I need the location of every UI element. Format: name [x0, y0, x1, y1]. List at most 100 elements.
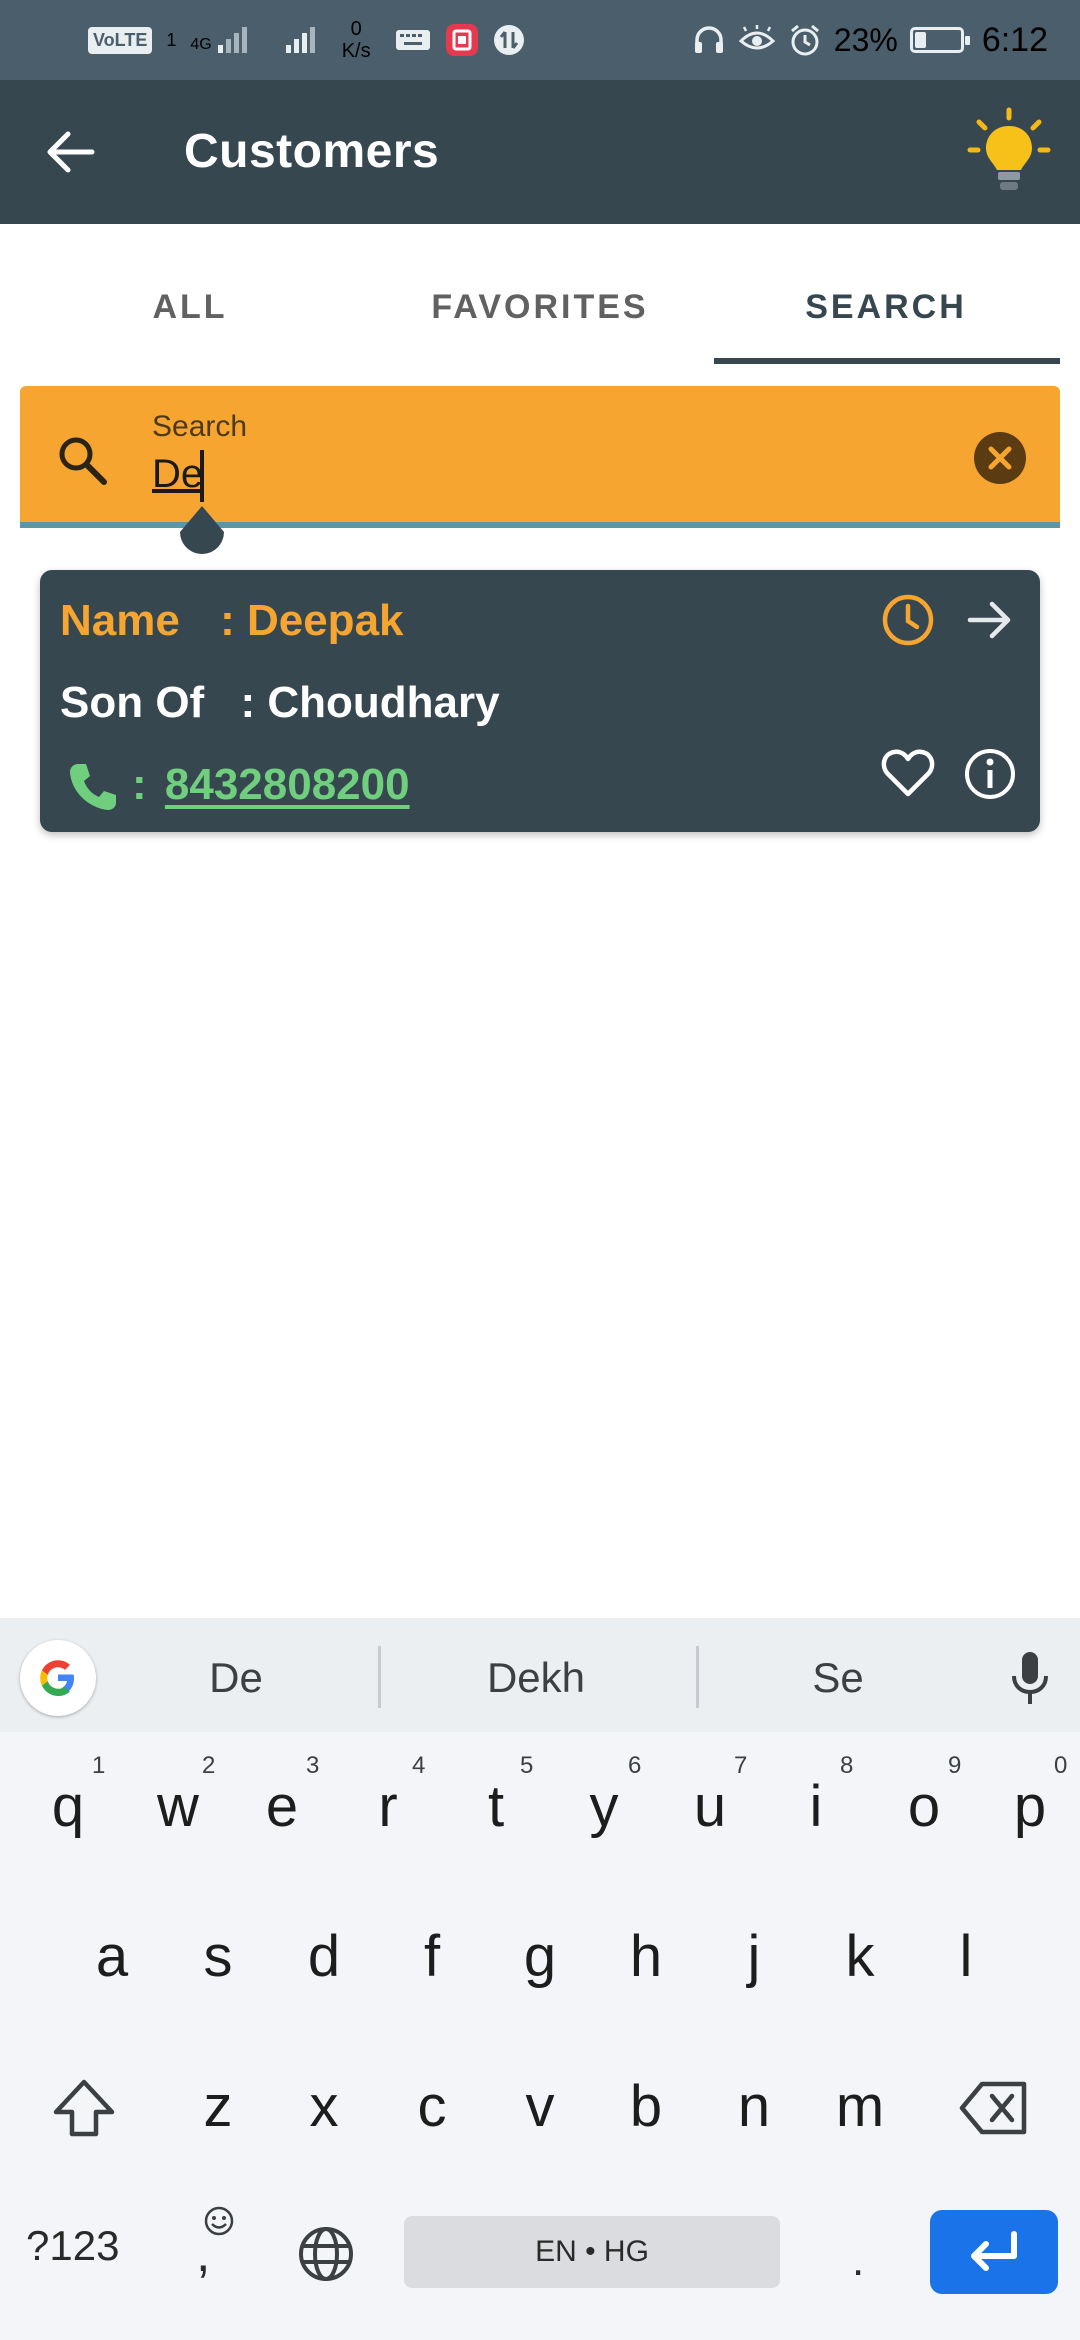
- clock-time: 6:12: [981, 20, 1048, 59]
- status-left-icons: VoLTE 1 4G 0 K/s: [88, 14, 525, 66]
- phone-icon: [70, 764, 116, 810]
- symbols-key[interactable]: ?123: [26, 2222, 119, 2270]
- key-hint: 8: [840, 1752, 854, 1779]
- customer-name: Deepak: [246, 596, 404, 645]
- key-hint: 0: [1054, 1752, 1068, 1779]
- space-key[interactable]: EN • HG: [404, 2216, 780, 2288]
- key-m[interactable]: m: [810, 2072, 910, 2142]
- network-speed: 0 K/s: [342, 18, 371, 62]
- key-hint: 1: [92, 1752, 106, 1779]
- key-e[interactable]: e: [232, 1772, 332, 1842]
- key-d[interactable]: d: [274, 1922, 374, 1992]
- key-hint: 3: [306, 1752, 320, 1779]
- key-z[interactable]: z: [168, 2072, 268, 2142]
- text-cursor: [200, 450, 204, 502]
- headset-icon: [694, 26, 723, 53]
- phone-number-link[interactable]: 8432808200: [165, 760, 410, 809]
- key-p[interactable]: p: [980, 1772, 1080, 1842]
- cursor-handle-icon[interactable]: [176, 506, 228, 564]
- search-icon: [59, 437, 107, 485]
- enter-key[interactable]: [930, 2210, 1058, 2294]
- app-bar: [0, 80, 1080, 224]
- clock-icon[interactable]: [880, 592, 936, 648]
- key-v[interactable]: v: [490, 2072, 590, 2142]
- emoji-icon: [204, 2206, 234, 2236]
- backspace-icon[interactable]: [958, 2080, 1030, 2136]
- key-h[interactable]: h: [596, 1922, 696, 1992]
- key-b[interactable]: b: [596, 2072, 696, 2142]
- name-separator: :: [220, 596, 235, 645]
- battery-icon: [909, 27, 970, 53]
- period-key[interactable]: .: [852, 2236, 864, 2286]
- suggestion-divider: [696, 1646, 699, 1708]
- son-of-separator: :: [240, 678, 256, 727]
- tab-search[interactable]: SEARCH: [716, 262, 1056, 352]
- keyboard-icon: [395, 30, 430, 50]
- alarm-icon: [790, 24, 819, 56]
- volte-icon: VoLTE: [88, 26, 153, 54]
- key-s[interactable]: s: [168, 1922, 268, 1992]
- data-icon: [493, 25, 524, 55]
- key-hint: 2: [202, 1752, 216, 1779]
- key-y[interactable]: y: [554, 1772, 654, 1842]
- key-t[interactable]: t: [446, 1772, 546, 1842]
- key-j[interactable]: j: [704, 1922, 804, 1992]
- google-button[interactable]: [20, 1640, 96, 1716]
- tab-all[interactable]: ALL: [20, 262, 360, 352]
- enter-icon: [971, 2231, 1017, 2271]
- battery-percent: 23%: [833, 21, 898, 58]
- son-of-label: Son Of: [60, 678, 205, 727]
- search-label: Search: [152, 410, 248, 443]
- sim1-label: 1: [166, 30, 177, 50]
- key-r[interactable]: r: [338, 1772, 438, 1842]
- suggestion-1[interactable]: De: [136, 1650, 336, 1706]
- speed-unit: K/s: [341, 40, 371, 62]
- suggestion-3[interactable]: Se: [738, 1650, 938, 1706]
- globe-icon[interactable]: [296, 2224, 356, 2284]
- clear-search-button[interactable]: [974, 432, 1026, 484]
- key-c[interactable]: c: [382, 2072, 482, 2142]
- son-of-value: Choudhary: [267, 678, 500, 727]
- clear-icon: [988, 446, 1012, 470]
- key-f[interactable]: f: [382, 1922, 482, 1992]
- signal2-icon: [285, 27, 315, 53]
- network-type-text: 4G: [190, 36, 212, 53]
- key-o[interactable]: o: [874, 1772, 974, 1842]
- shift-icon[interactable]: [50, 2076, 118, 2140]
- key-hint: 7: [734, 1752, 748, 1779]
- speed-value: 0: [350, 18, 362, 40]
- status-right-icons: 23% 6:12: [692, 14, 1048, 66]
- microphone-icon[interactable]: [1008, 1650, 1052, 1708]
- search-input[interactable]: De: [152, 452, 203, 497]
- info-icon[interactable]: [962, 746, 1018, 802]
- key-u[interactable]: u: [660, 1772, 760, 1842]
- key-n[interactable]: n: [704, 2072, 804, 2142]
- signal-icon: [217, 27, 247, 53]
- key-q[interactable]: q: [18, 1772, 118, 1842]
- name-row: Name : Deepak: [60, 596, 404, 646]
- page-title: Customers: [184, 125, 440, 178]
- key-l[interactable]: l: [916, 1922, 1016, 1992]
- phone-separator: :: [132, 760, 147, 809]
- tab-favorites[interactable]: FAVORITES: [370, 262, 710, 352]
- network-type-label: 4G: [190, 25, 251, 55]
- key-hint: 4: [412, 1752, 426, 1779]
- battery-level: [914, 32, 926, 48]
- arrow-left-icon[interactable]: [44, 128, 96, 176]
- key-k[interactable]: k: [810, 1922, 910, 1992]
- arrow-right-icon[interactable]: [964, 594, 1016, 646]
- key-hint: 5: [520, 1752, 534, 1779]
- key-w[interactable]: w: [128, 1772, 228, 1842]
- heart-icon[interactable]: [880, 746, 936, 800]
- phone-row: : 8432808200: [132, 760, 410, 810]
- lightbulb-icon[interactable]: [966, 106, 1052, 196]
- google-icon: [40, 1660, 74, 1696]
- tab-indicator: [714, 358, 1060, 364]
- suggestion-2[interactable]: Dekh: [436, 1650, 636, 1706]
- key-i[interactable]: i: [766, 1772, 866, 1842]
- key-g[interactable]: g: [490, 1922, 590, 1992]
- key-a[interactable]: a: [62, 1922, 162, 1992]
- son-of-row: Son Of : Choudhary: [60, 678, 500, 728]
- eye-icon: [738, 25, 775, 50]
- key-x[interactable]: x: [274, 2072, 374, 2142]
